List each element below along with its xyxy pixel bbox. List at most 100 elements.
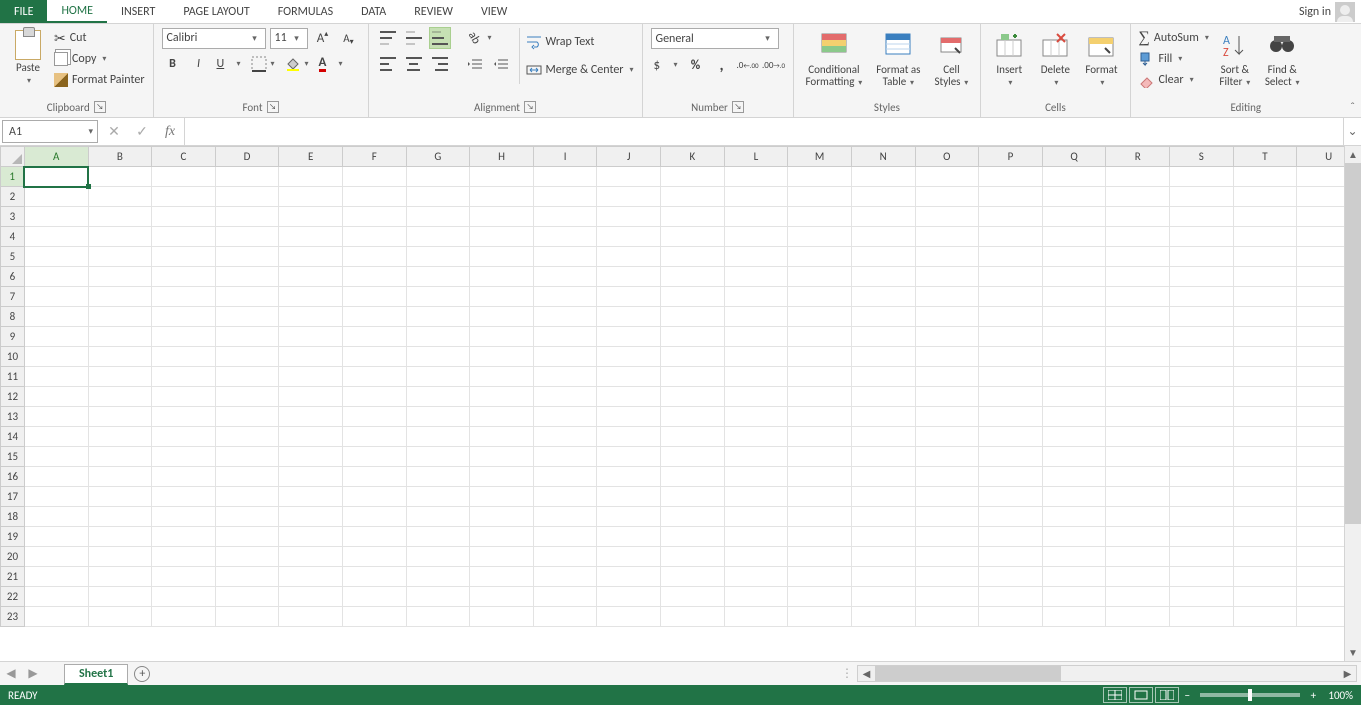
cell[interactable] xyxy=(1042,527,1106,547)
fill-color-button[interactable]: ▾ xyxy=(282,53,312,75)
cell[interactable] xyxy=(152,507,216,527)
cell[interactable] xyxy=(24,567,88,587)
cell[interactable] xyxy=(1106,527,1170,547)
cell[interactable] xyxy=(406,247,470,267)
cell[interactable] xyxy=(342,527,406,547)
cell[interactable] xyxy=(279,307,343,327)
column-header[interactable]: K xyxy=(661,147,725,167)
cell[interactable] xyxy=(1233,527,1297,547)
cell[interactable] xyxy=(1169,407,1233,427)
cell[interactable] xyxy=(24,407,88,427)
cell[interactable] xyxy=(342,207,406,227)
cell[interactable] xyxy=(1106,187,1170,207)
cell[interactable] xyxy=(661,607,725,627)
cell[interactable] xyxy=(661,327,725,347)
cell[interactable] xyxy=(1042,507,1106,527)
cell[interactable] xyxy=(1042,247,1106,267)
cell[interactable] xyxy=(1169,547,1233,567)
cell[interactable] xyxy=(597,227,661,247)
cell[interactable] xyxy=(979,527,1043,547)
cell[interactable] xyxy=(788,327,852,347)
cell[interactable] xyxy=(88,407,152,427)
cancel-formula-button[interactable]: ✕ xyxy=(100,118,128,145)
cell[interactable] xyxy=(724,327,788,347)
cell[interactable] xyxy=(597,467,661,487)
cell[interactable] xyxy=(152,387,216,407)
cell[interactable] xyxy=(979,227,1043,247)
italic-button[interactable]: I xyxy=(188,53,210,75)
font-name-dropdown[interactable]: Calibri▾ xyxy=(162,28,266,49)
cell[interactable] xyxy=(915,327,979,347)
align-top-button[interactable] xyxy=(377,27,399,49)
cell[interactable] xyxy=(215,527,279,547)
cell[interactable] xyxy=(1169,587,1233,607)
cell[interactable] xyxy=(406,187,470,207)
cell[interactable] xyxy=(279,567,343,587)
cell[interactable] xyxy=(152,487,216,507)
cell[interactable] xyxy=(1106,347,1170,367)
cell[interactable] xyxy=(661,567,725,587)
cell[interactable] xyxy=(1106,487,1170,507)
cell[interactable] xyxy=(1233,267,1297,287)
cell[interactable] xyxy=(979,427,1043,447)
cell[interactable] xyxy=(661,167,725,187)
column-header[interactable]: T xyxy=(1233,147,1297,167)
cell[interactable] xyxy=(470,227,534,247)
cell[interactable] xyxy=(470,207,534,227)
cell[interactable] xyxy=(724,207,788,227)
cell[interactable] xyxy=(597,487,661,507)
cell[interactable] xyxy=(1233,287,1297,307)
align-bottom-button[interactable] xyxy=(429,27,451,49)
cell[interactable] xyxy=(24,507,88,527)
cell[interactable] xyxy=(1169,567,1233,587)
cell[interactable] xyxy=(915,387,979,407)
cell[interactable] xyxy=(533,587,597,607)
cell[interactable] xyxy=(979,467,1043,487)
row-header[interactable]: 16 xyxy=(1,467,25,487)
cell[interactable] xyxy=(788,567,852,587)
clipboard-dialog-launcher[interactable]: ↘ xyxy=(94,101,106,113)
cell[interactable] xyxy=(1169,467,1233,487)
cell[interactable] xyxy=(788,467,852,487)
cell[interactable] xyxy=(88,507,152,527)
cell[interactable] xyxy=(24,307,88,327)
cell[interactable] xyxy=(979,307,1043,327)
cell[interactable] xyxy=(597,547,661,567)
row-header[interactable]: 11 xyxy=(1,367,25,387)
cell[interactable] xyxy=(342,587,406,607)
cell[interactable] xyxy=(915,447,979,467)
cell[interactable] xyxy=(406,547,470,567)
cell[interactable] xyxy=(1106,367,1170,387)
cell[interactable] xyxy=(979,487,1043,507)
cell[interactable] xyxy=(470,187,534,207)
cell[interactable] xyxy=(915,547,979,567)
cell[interactable] xyxy=(1042,407,1106,427)
cell[interactable] xyxy=(661,487,725,507)
cell[interactable] xyxy=(1169,607,1233,627)
cell[interactable] xyxy=(724,307,788,327)
cell[interactable] xyxy=(915,407,979,427)
cell[interactable] xyxy=(915,287,979,307)
scroll-down-button[interactable]: ▼ xyxy=(1345,644,1361,661)
cell[interactable] xyxy=(406,227,470,247)
cell[interactable] xyxy=(24,487,88,507)
cell[interactable] xyxy=(788,507,852,527)
cell[interactable] xyxy=(979,327,1043,347)
column-header[interactable]: S xyxy=(1169,147,1233,167)
cell[interactable] xyxy=(279,387,343,407)
cell[interactable] xyxy=(279,227,343,247)
cell[interactable] xyxy=(406,507,470,527)
cell[interactable] xyxy=(1042,307,1106,327)
cell[interactable] xyxy=(1106,407,1170,427)
cell[interactable] xyxy=(915,567,979,587)
tab-view[interactable]: VIEW xyxy=(467,0,521,23)
collapse-ribbon-button[interactable]: ˆ xyxy=(1350,101,1355,115)
cell[interactable] xyxy=(788,167,852,187)
column-header[interactable]: L xyxy=(724,147,788,167)
cell[interactable] xyxy=(851,567,915,587)
cell[interactable] xyxy=(152,367,216,387)
cell[interactable] xyxy=(470,247,534,267)
cell[interactable] xyxy=(470,507,534,527)
cell[interactable] xyxy=(152,287,216,307)
cell[interactable] xyxy=(851,587,915,607)
